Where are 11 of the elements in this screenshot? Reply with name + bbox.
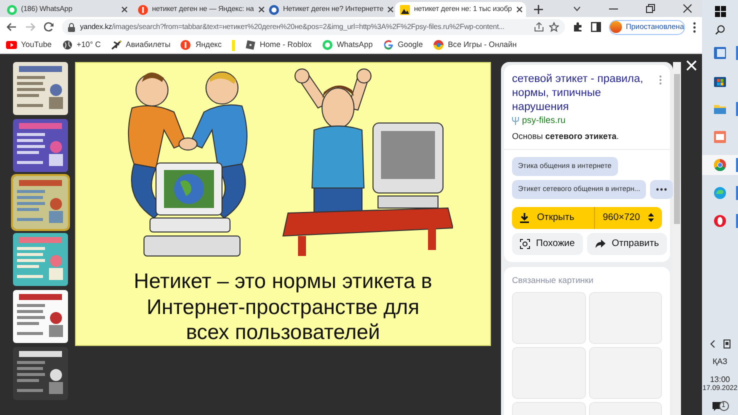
- language-indicator[interactable]: ҚАЗ: [712, 357, 728, 368]
- open-button[interactable]: Открыть: [512, 206, 595, 229]
- size-button[interactable]: 960×720: [594, 206, 662, 229]
- image-description: Основы сетевого этикета.: [512, 130, 620, 142]
- share-button[interactable]: Отправить: [586, 232, 667, 255]
- section-heading: Связанные картинки: [512, 274, 594, 287]
- clock-time[interactable]: 13:00: [710, 375, 730, 385]
- source-link[interactable]: psy-files.ru: [522, 114, 566, 128]
- slide-caption: Нетикет – это нормы этикета в Интернет-пространстве для всех пользователей: [132, 269, 434, 345]
- similar-button[interactable]: Похожие: [512, 232, 583, 255]
- image-title-link[interactable]: сетевой этикет - правила, нормы, типичные нарушения: [512, 72, 659, 114]
